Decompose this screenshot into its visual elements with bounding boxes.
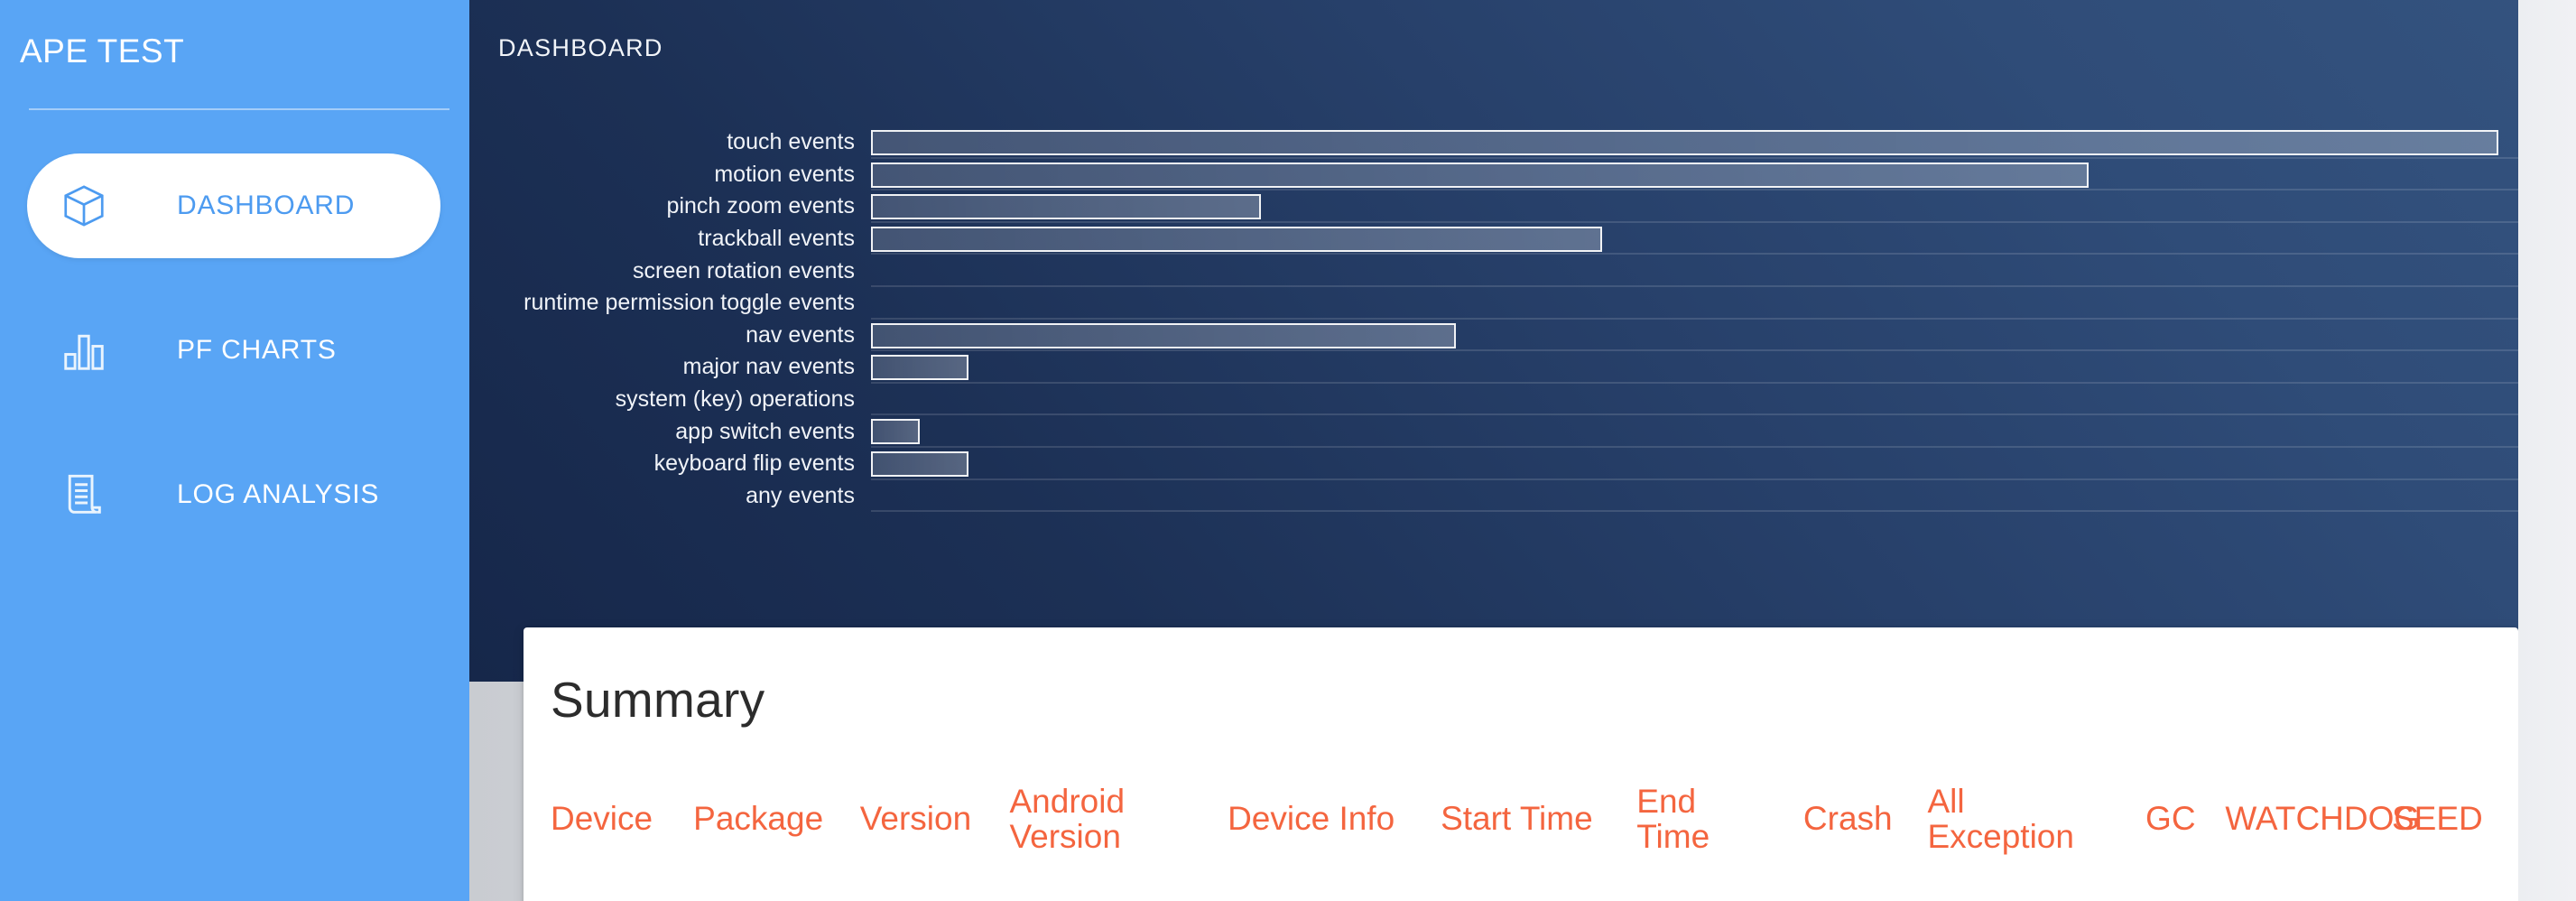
sidebar: APE TEST DASHBOARD PF CHARTS LOG ANALYSI…: [0, 0, 469, 901]
summary-column-header-label: GC: [2145, 800, 2196, 838]
chart-bar[interactable]: [871, 162, 2090, 188]
summary-column-header: SEED: [2392, 785, 2518, 855]
summary-column-header-label: Device: [551, 800, 653, 838]
chart-category-label: touch events: [727, 129, 855, 155]
right-edge-strip: [2518, 0, 2576, 901]
summary-column-header-label: All Exception: [1927, 783, 2074, 855]
summary-column-header: WATCHDOG: [2225, 785, 2421, 855]
chart-row: any events: [469, 480, 2576, 513]
cube-icon: [56, 178, 112, 234]
chart-category-label: app switch events: [675, 418, 855, 444]
main-content: DASHBOARD touch events motion events pinch…: [469, 0, 2576, 901]
summary-column-header: GC: [2145, 785, 2225, 855]
summary-column-header-label: Android Version: [1009, 783, 1126, 855]
chart-bar[interactable]: [871, 419, 920, 445]
chart-category-label: motion events: [714, 161, 855, 187]
chart-gridline: [871, 510, 2576, 513]
chart-plot-cell: [871, 448, 2576, 480]
nav-spacer-1: [0, 258, 469, 298]
chart-row: trackball events: [469, 223, 2576, 255]
chart-plot-cell: [871, 287, 2576, 320]
chart-plot-cell: [871, 351, 2576, 384]
summary-column-header-label: Package: [693, 800, 824, 838]
summary-column-header: Device Info: [1228, 785, 1441, 855]
summary-column-header: Crash: [1803, 785, 1928, 855]
events-bar-chart: touch events motion events pinch zoom even…: [469, 126, 2576, 716]
summary-column-header: Version: [860, 785, 1010, 855]
chart-plot-cell: [871, 126, 2576, 159]
chart-category-label: nav events: [746, 321, 855, 348]
chart-category-label: trackball events: [698, 226, 855, 252]
chart-plot-cell: [871, 255, 2576, 287]
summary-column-header: Start Time: [1441, 785, 1636, 855]
summary-column-header-label: WATCHDOG: [2225, 800, 2421, 838]
chart-category-label: any events: [746, 482, 855, 508]
sidebar-divider: [29, 108, 449, 110]
chart-rows: touch events motion events pinch zoom even…: [469, 126, 2576, 513]
chart-bar[interactable]: [871, 322, 1456, 348]
sidebar-item-label: PF CHARTS: [177, 335, 337, 365]
app-root: APE TEST DASHBOARD PF CHARTS LOG ANALYSI…: [0, 0, 2576, 901]
summary-column-header: Package: [693, 785, 860, 855]
summary-column-header: Device: [524, 785, 693, 855]
chart-row: major nav events: [469, 351, 2576, 384]
chart-plot-cell: [871, 384, 2576, 416]
sidebar-item-log-analysis[interactable]: LOG ANALYSIS: [27, 442, 469, 547]
chart-plot-cell: [871, 223, 2576, 255]
chart-row: keyboard flip events: [469, 448, 2576, 480]
sidebar-item-pf-charts[interactable]: PF CHARTS: [27, 298, 469, 403]
summary-column-header-label: Start Time: [1441, 800, 1593, 838]
chart-row: pinch zoom events: [469, 190, 2576, 223]
chart-category-label: keyboard flip events: [653, 450, 855, 477]
chart-row: runtime permission toggle events: [469, 287, 2576, 320]
chart-plot-cell: [871, 480, 2576, 513]
chart-plot-cell: [871, 159, 2576, 191]
summary-column-header-label: End Time: [1636, 783, 1710, 855]
summary-column-header-label: Device Info: [1228, 800, 1395, 838]
chart-bar[interactable]: [871, 130, 2498, 155]
sidebar-item-label: DASHBOARD: [177, 190, 356, 220]
chart-category-label: screen rotation events: [633, 257, 855, 283]
chart-category-label: pinch zoom events: [666, 193, 855, 219]
page-title: DASHBOARD: [498, 34, 663, 61]
dashboard-chart-panel: DASHBOARD touch events motion events pinch…: [469, 0, 2576, 716]
chart-row: touch events: [469, 126, 2576, 159]
summary-column-header: Android Version: [1009, 783, 1228, 855]
sidebar-nav: DASHBOARD PF CHARTS LOG ANALYSIS: [0, 153, 469, 547]
chart-row: system (key) operations: [469, 384, 2576, 416]
chart-plot-cell: [871, 415, 2576, 448]
summary-table: Device Package Version Android Version Devic…: [524, 783, 2518, 855]
chart-plot-cell: [871, 190, 2576, 223]
bar-chart-icon: [56, 322, 112, 378]
chart-bar[interactable]: [871, 194, 1261, 220]
sidebar-item-label: LOG ANALYSIS: [177, 479, 380, 509]
app-brand-title: APE TEST: [20, 33, 185, 70]
chart-plot-cell: [871, 320, 2576, 352]
summary-column-header-label: Crash: [1802, 800, 1893, 838]
chart-row: motion events: [469, 159, 2576, 191]
chart-row: app switch events: [469, 415, 2576, 448]
nav-spacer-2: [0, 403, 469, 442]
summary-table-header-row: Device Package Version Android Version Devic…: [524, 783, 2518, 855]
summary-column-header: End Time: [1636, 783, 1803, 855]
chart-category-label: system (key) operations: [615, 386, 855, 413]
chart-row: screen rotation events: [469, 255, 2576, 287]
chart-bar[interactable]: [871, 355, 968, 381]
chart-bar[interactable]: [871, 450, 968, 477]
sidebar-item-dashboard[interactable]: DASHBOARD: [27, 153, 440, 258]
summary-title: Summary: [551, 672, 765, 728]
document-lines-icon: [56, 467, 112, 523]
summary-column-header: All Exception: [1927, 783, 2145, 855]
summary-card: Summary Device Package Version Android Vers…: [524, 627, 2518, 901]
chart-category-label: major nav events: [682, 354, 855, 380]
summary-column-header-label: SEED: [2391, 800, 2483, 838]
chart-category-label: runtime permission toggle events: [524, 290, 855, 316]
summary-column-header-label: Version: [859, 800, 972, 838]
chart-bar[interactable]: [871, 226, 1602, 252]
chart-row: nav events: [469, 320, 2576, 352]
